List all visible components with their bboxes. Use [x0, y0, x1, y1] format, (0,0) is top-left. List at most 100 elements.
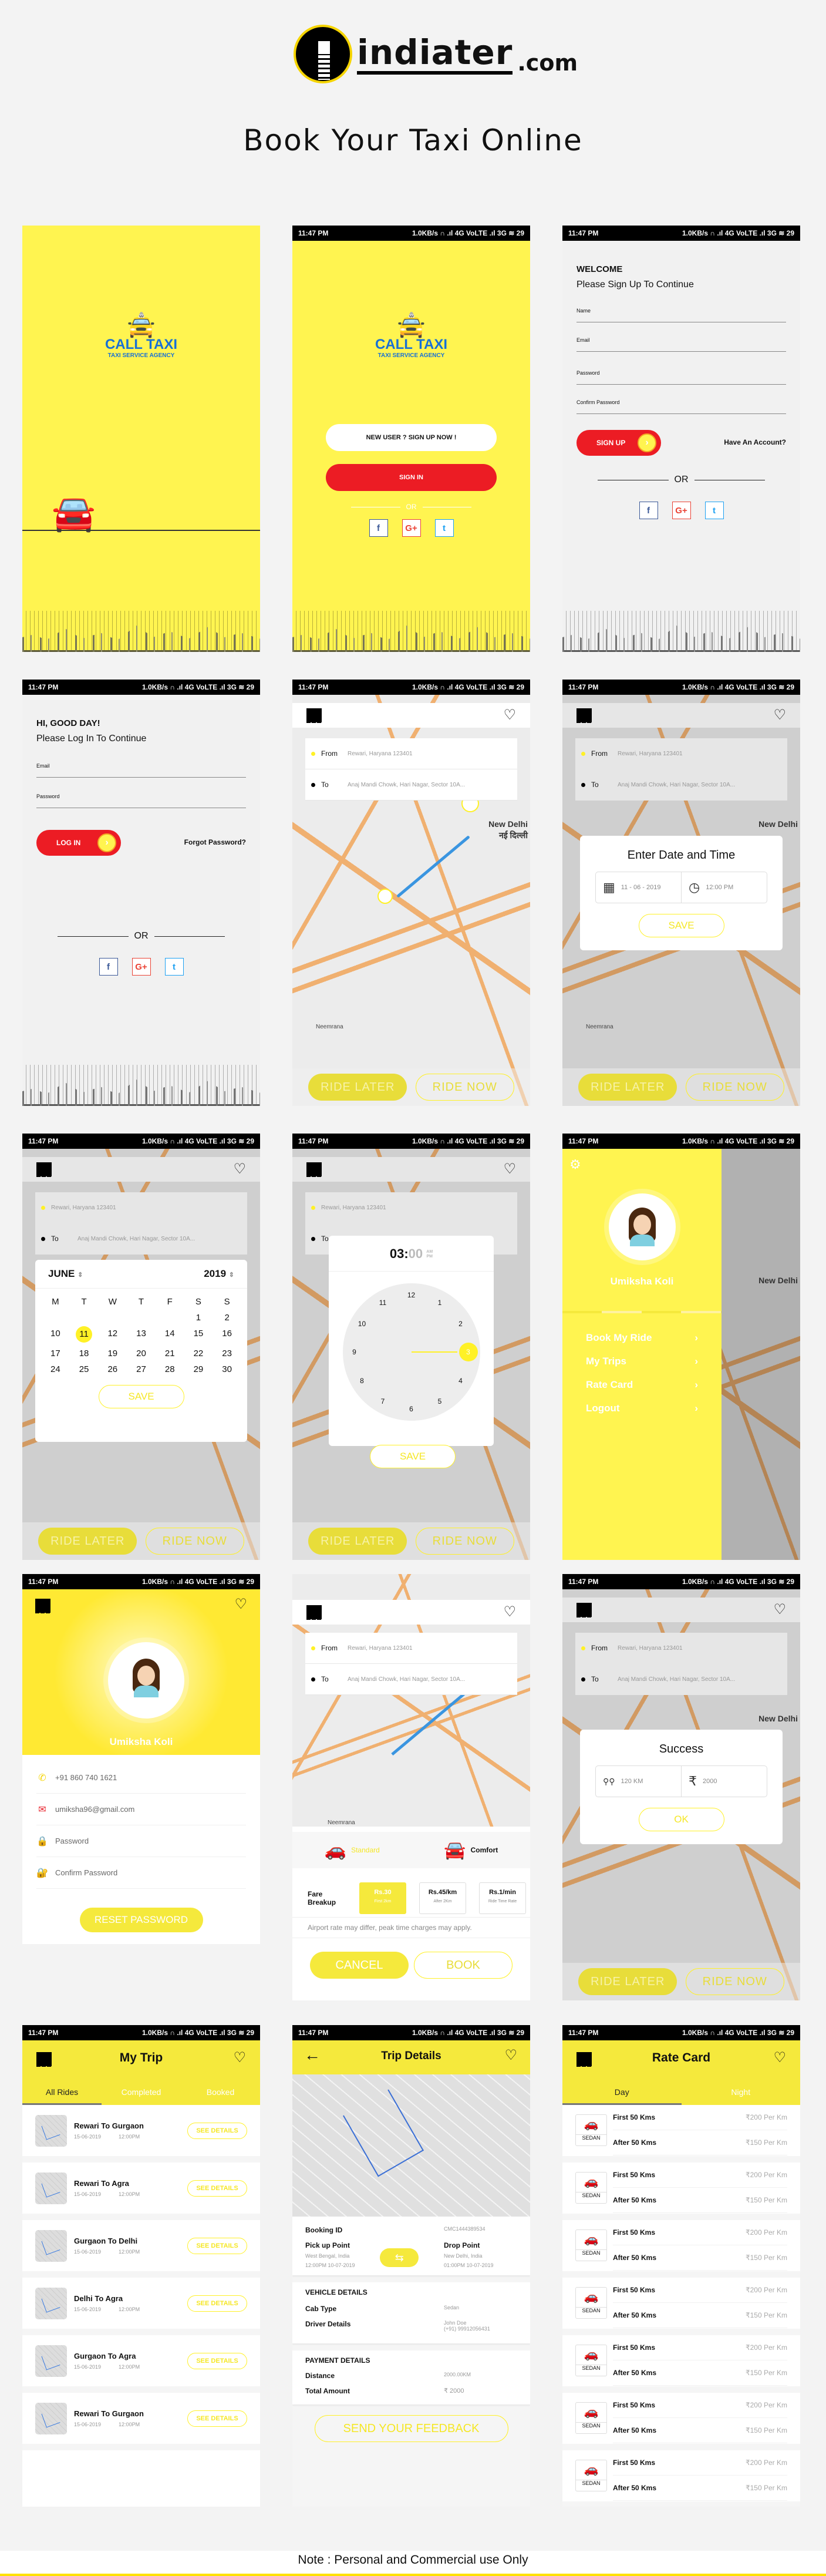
calendar-day[interactable]: 15: [184, 1329, 213, 1343]
driver-phone[interactable]: (+91) 99912056431: [444, 2326, 490, 2332]
twitter-icon[interactable]: t: [434, 519, 454, 537]
password-input[interactable]: Password: [55, 1837, 89, 1845]
email-field[interactable]: Email: [576, 337, 786, 352]
fare-card[interactable]: Rs.30 First 2km: [359, 1882, 406, 1914]
confirm-password-row[interactable]: 🔐 Confirm Password: [36, 1857, 246, 1889]
driver-marker-icon[interactable]: [377, 889, 393, 904]
ok-button[interactable]: OK: [638, 1808, 724, 1831]
from-input[interactable]: Rewari, Haryana 123401: [348, 1645, 413, 1652]
calendar-day[interactable]: 10: [41, 1329, 70, 1343]
date-input[interactable]: ▦ 11 - 06 - 2019: [596, 872, 681, 903]
ride-now-button[interactable]: RIDE NOW: [685, 1968, 784, 1995]
forgot-password-link[interactable]: Forgot Password?: [184, 838, 246, 846]
clock-number[interactable]: 10: [358, 1320, 366, 1328]
google-plus-icon[interactable]: G+: [672, 502, 691, 519]
clock-number[interactable]: 1: [438, 1299, 442, 1307]
from-row[interactable]: From Rewari, Haryana 123401: [575, 1633, 787, 1664]
clock-number[interactable]: 8: [360, 1377, 364, 1385]
name-field[interactable]: Name: [576, 308, 786, 322]
menu-grid-icon[interactable]: [576, 1603, 592, 1617]
fare-card[interactable]: Rs.1/min Ride Time Rate: [479, 1882, 526, 1914]
clock-number[interactable]: 6: [409, 1405, 413, 1413]
menu-grid-icon[interactable]: [306, 1605, 322, 1620]
drawer-item[interactable]: Book My Ride ›: [562, 1326, 722, 1350]
to-row[interactable]: To Anaj Mandi Chowk, Hari Nagar, Sector 1…: [305, 769, 517, 801]
see-details-button[interactable]: SEE DETAILS: [187, 2122, 247, 2139]
ride-later-button[interactable]: RIDE LATER: [308, 1074, 407, 1101]
signin-button[interactable]: SIGN IN: [326, 464, 497, 491]
calendar-day[interactable]: 16: [213, 1329, 241, 1343]
calendar-day[interactable]: 19: [98, 1348, 127, 1358]
to-input[interactable]: Anaj Mandi Chowk, Hari Nagar, Sector 10A…: [618, 1676, 735, 1683]
drawer-item[interactable]: My Trips ›: [562, 1350, 722, 1373]
calendar-day[interactable]: 20: [127, 1348, 156, 1358]
drawer-item[interactable]: Rate Card ›: [562, 1373, 722, 1397]
heart-icon[interactable]: ♡: [503, 1162, 516, 1176]
drawer-item[interactable]: Logout ›: [562, 1397, 722, 1420]
menu-grid-icon[interactable]: [306, 1162, 322, 1177]
phone-row[interactable]: ✆ +91 860 740 1621: [36, 1762, 246, 1794]
calendar-day[interactable]: 30: [213, 1364, 241, 1374]
route-map[interactable]: [292, 2074, 530, 2217]
facebook-icon[interactable]: f: [369, 519, 388, 537]
have-account-link[interactable]: Have An Account?: [724, 438, 786, 446]
to-input[interactable]: Anaj Mandi Chowk, Hari Nagar, Sector 10A…: [348, 1676, 465, 1683]
tab-night[interactable]: Night: [682, 2083, 801, 2105]
hour-value[interactable]: 03: [390, 1246, 404, 1261]
twitter-icon[interactable]: t: [164, 958, 184, 976]
calendar-day[interactable]: 29: [184, 1364, 213, 1374]
from-row[interactable]: Rewari, Haryana 123401: [305, 1192, 517, 1223]
see-details-button[interactable]: SEE DETAILS: [187, 2295, 247, 2312]
save-button[interactable]: SAVE: [370, 1445, 456, 1468]
calendar-day[interactable]: 24: [41, 1364, 70, 1374]
book-button[interactable]: BOOK: [414, 1952, 513, 1979]
from-row[interactable]: From Rewari, Haryana 123401: [575, 738, 787, 769]
heart-icon[interactable]: ♡: [773, 708, 786, 722]
clock-number[interactable]: 5: [438, 1397, 442, 1405]
google-plus-icon[interactable]: G+: [132, 958, 151, 976]
clock-face[interactable]: 12 1 2 3 4 5 6 7 8 9 10 11: [342, 1283, 480, 1421]
cancel-button[interactable]: CANCEL: [310, 1952, 409, 1979]
pm-toggle[interactable]: PM: [426, 1255, 433, 1259]
clock-number[interactable]: 2: [458, 1320, 463, 1328]
send-feedback-button[interactable]: SEND YOUR FEEDBACK: [314, 2415, 508, 2442]
from-input[interactable]: Rewari, Haryana 123401: [51, 1205, 116, 1211]
clock-number[interactable]: 4: [458, 1377, 463, 1385]
email-field[interactable]: Email: [36, 763, 246, 778]
minute-value[interactable]: 00: [409, 1246, 423, 1261]
see-details-button[interactable]: SEE DETAILS: [187, 2180, 247, 2197]
twitter-icon[interactable]: t: [704, 502, 724, 519]
heart-icon[interactable]: ♡: [233, 1162, 246, 1176]
facebook-icon[interactable]: f: [639, 502, 658, 519]
time-input[interactable]: ◷ 12:00 PM: [681, 872, 767, 903]
heart-icon[interactable]: ♡: [503, 1605, 516, 1619]
swap-arrows-icon[interactable]: ⇆: [380, 2248, 419, 2267]
calendar-day[interactable]: 17: [41, 1348, 70, 1358]
email-row[interactable]: ✉ umiksha96@gmail.com: [36, 1794, 246, 1825]
ride-now-button[interactable]: RIDE NOW: [145, 1528, 244, 1555]
see-details-button[interactable]: SEE DETAILS: [187, 2410, 247, 2427]
password-field[interactable]: Password: [36, 793, 246, 808]
settings-gear-icon[interactable]: ⚙: [569, 1157, 581, 1172]
tab-booked[interactable]: Booked: [181, 2083, 260, 2105]
fare-card[interactable]: Rs.45/km After 2Km: [419, 1882, 466, 1914]
see-details-button[interactable]: SEE DETAILS: [187, 2237, 247, 2254]
am-toggle[interactable]: AM: [426, 1250, 433, 1254]
heart-icon[interactable]: ♡: [233, 2051, 246, 2065]
reset-password-button[interactable]: RESET PASSWORD: [79, 1908, 203, 1932]
calendar-day[interactable]: 1: [184, 1313, 213, 1323]
heart-icon[interactable]: ♡: [773, 1603, 786, 1617]
menu-grid-icon[interactable]: [35, 1599, 50, 1613]
month-picker[interactable]: JUNE ⇕: [48, 1268, 83, 1280]
to-input[interactable]: Anaj Mandi Chowk, Hari Nagar, Sector 10A…: [348, 782, 465, 788]
heart-icon[interactable]: ♡: [234, 1598, 247, 1612]
calendar-day[interactable]: 23: [213, 1348, 241, 1358]
from-input[interactable]: Rewari, Haryana 123401: [618, 751, 683, 757]
see-details-button[interactable]: SEE DETAILS: [187, 2352, 247, 2369]
confirm-password-input[interactable]: Confirm Password: [55, 1868, 117, 1877]
heart-icon[interactable]: ♡: [503, 708, 516, 722]
save-button[interactable]: SAVE: [98, 1385, 184, 1408]
heart-icon[interactable]: ♡: [773, 2051, 786, 2065]
login-button[interactable]: LOG IN ›: [36, 830, 121, 856]
menu-grid-icon[interactable]: [576, 708, 592, 723]
